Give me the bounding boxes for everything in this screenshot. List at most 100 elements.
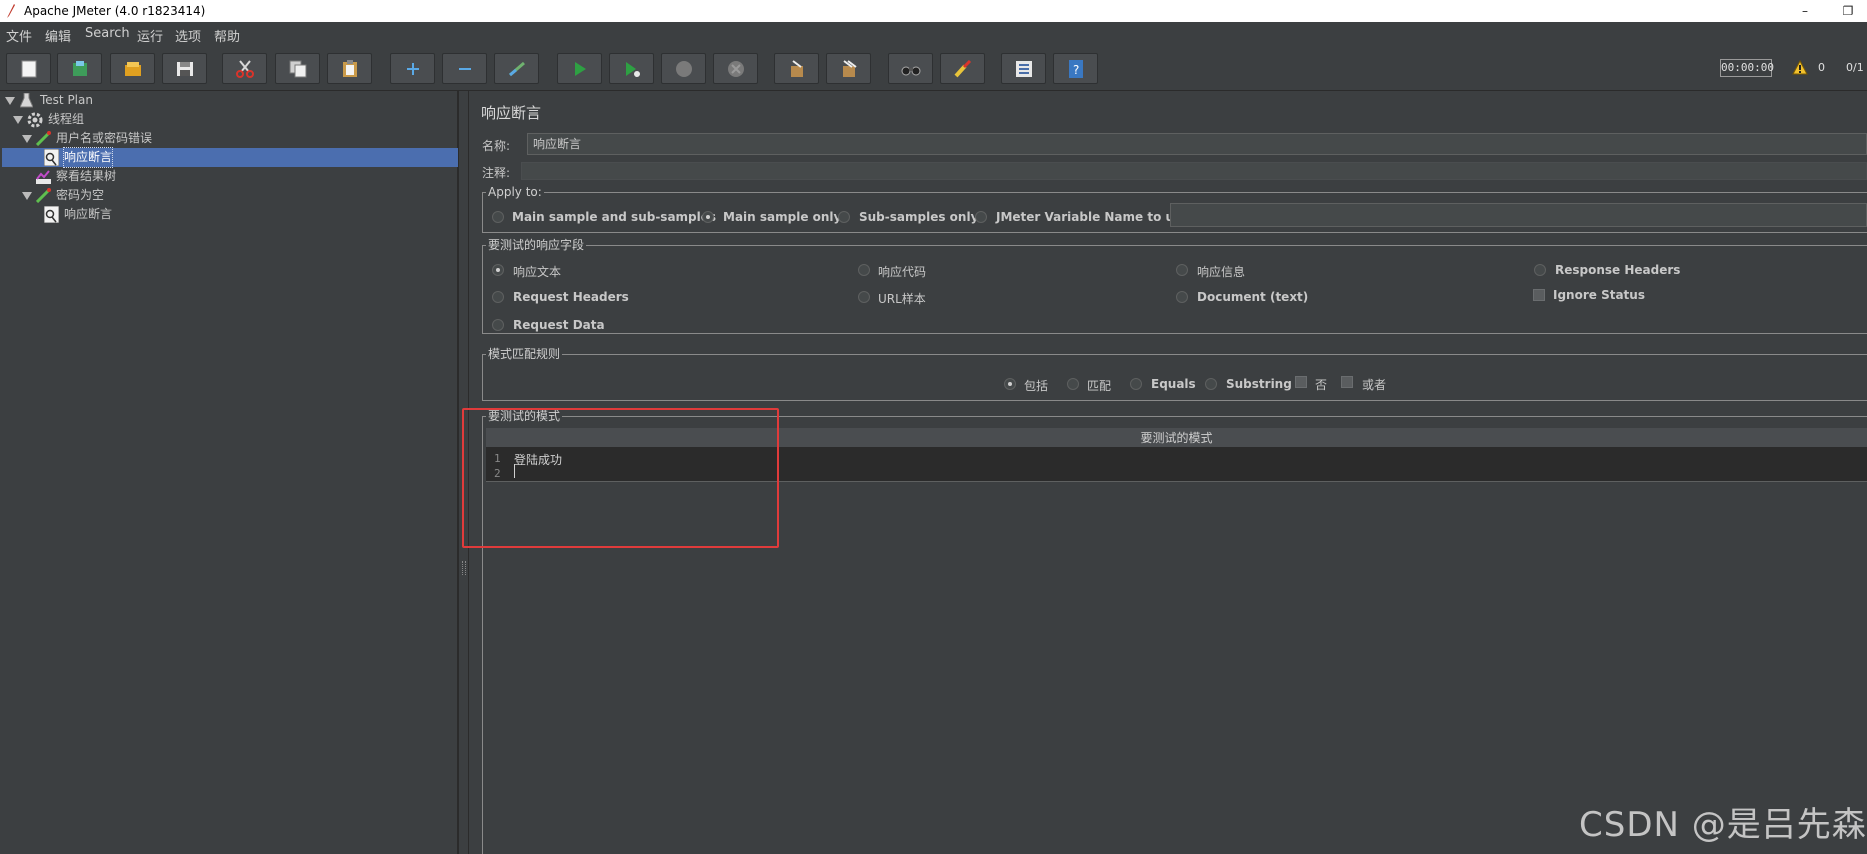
- option-url-sample: URL样本: [878, 292, 926, 306]
- window-title: Apache JMeter (4.0 r1823414): [24, 4, 206, 18]
- expand-toggle-thread-group[interactable]: [13, 116, 23, 124]
- option-main-only: Main sample only: [723, 210, 842, 224]
- search-button[interactable]: [888, 53, 933, 84]
- tree-item-response-assertion-selected[interactable]: 响应断言: [2, 147, 458, 168]
- menu-help[interactable]: 帮助: [214, 26, 240, 45]
- title-bar: Apache JMeter (4.0 r1823414) – ❐: [0, 0, 1867, 22]
- radio-document-text[interactable]: [1176, 291, 1188, 303]
- warning-count: 0: [1818, 61, 1825, 74]
- toggle-button[interactable]: [494, 53, 539, 84]
- start-button[interactable]: [557, 53, 602, 84]
- restore-icon[interactable]: ❐: [1838, 0, 1858, 22]
- watermark: CSDN @是吕先森: [1579, 805, 1867, 845]
- radio-main-and-sub[interactable]: [492, 211, 504, 223]
- function-helper-icon: [1016, 61, 1032, 77]
- jmeter-variable-input[interactable]: [1170, 203, 1867, 227]
- option-or: 或者: [1362, 378, 1387, 392]
- toggle-icon: [509, 61, 525, 77]
- minimize-icon[interactable]: –: [1795, 0, 1815, 22]
- menu-options[interactable]: 选项: [175, 26, 201, 45]
- help-icon: ?: [1069, 60, 1083, 78]
- tree-item-response-assertion-2[interactable]: 响应断言: [44, 205, 244, 224]
- expand-toggle-sampler-2[interactable]: [22, 192, 32, 200]
- shutdown-icon: [728, 61, 744, 77]
- checkbox-ignore-status[interactable]: [1533, 289, 1545, 301]
- tree-item-thread-group[interactable]: 线程组: [27, 110, 227, 129]
- option-request-headers: Request Headers: [513, 290, 629, 304]
- radio-main-only[interactable]: [702, 211, 714, 223]
- menu-run[interactable]: 运行: [137, 26, 163, 45]
- search-icon: [901, 66, 921, 76]
- tree-item-test-plan[interactable]: Test Plan: [20, 91, 220, 110]
- radio-jmeter-variable[interactable]: [975, 211, 987, 223]
- option-response-code: 响应代码: [878, 265, 927, 279]
- expand-all-button[interactable]: [390, 53, 435, 84]
- help-button[interactable]: ?: [1053, 53, 1098, 84]
- expand-toggle-sampler-1[interactable]: [22, 135, 32, 143]
- stop-button[interactable]: [661, 53, 706, 84]
- radio-response-code[interactable]: [858, 264, 870, 276]
- highlight-annotation-box: [462, 408, 779, 548]
- copy-icon: [289, 60, 307, 78]
- reset-search-button[interactable]: [940, 53, 985, 84]
- toolbar: ?: [0, 46, 1867, 91]
- new-button[interactable]: [6, 53, 51, 84]
- radio-response-message[interactable]: [1176, 264, 1188, 276]
- radio-url-sample[interactable]: [858, 291, 870, 303]
- clear-icon: [791, 60, 803, 77]
- name-field[interactable]: 响应断言: [527, 133, 1867, 155]
- paste-icon: [343, 60, 357, 77]
- menu-file[interactable]: 文件: [6, 26, 32, 45]
- save-button[interactable]: [162, 53, 207, 84]
- clear-button[interactable]: [774, 53, 819, 84]
- templates-button[interactable]: [57, 53, 102, 84]
- tree-item-sampler-password-empty[interactable]: 密码为空: [36, 186, 236, 205]
- option-jmeter-variable: JMeter Variable Name to use: [996, 210, 1190, 224]
- page-title: 响应断言: [481, 104, 542, 122]
- splitter-grip[interactable]: [462, 561, 466, 575]
- warning-icon[interactable]: [1792, 60, 1808, 75]
- radio-response-text[interactable]: [492, 264, 504, 276]
- radio-response-headers[interactable]: [1534, 264, 1546, 276]
- menu-edit[interactable]: 编辑: [45, 26, 71, 45]
- menu-search[interactable]: Search: [85, 26, 130, 41]
- field-to-test-title: 要测试的响应字段: [486, 238, 587, 252]
- open-icon: [125, 62, 141, 76]
- radio-substring[interactable]: [1205, 378, 1217, 390]
- radio-matches[interactable]: [1067, 378, 1079, 390]
- option-ignore-status: Ignore Status: [1553, 288, 1645, 302]
- radio-request-headers[interactable]: [492, 291, 504, 303]
- start-no-pause-button[interactable]: [609, 53, 654, 84]
- active-threads: 0/1: [1846, 61, 1864, 74]
- option-document-text: Document (text): [1197, 290, 1309, 304]
- assertion-icon: [44, 206, 59, 223]
- save-icon: [177, 62, 193, 76]
- menu-bar: 文件 编辑 Search 运行 选项 帮助: [0, 22, 1867, 46]
- collapse-all-button[interactable]: [442, 53, 487, 84]
- radio-sub-only[interactable]: [838, 211, 850, 223]
- checkbox-or[interactable]: [1341, 376, 1353, 388]
- radio-request-data[interactable]: [492, 319, 504, 331]
- listener-icon: [36, 170, 51, 184]
- open-button[interactable]: [110, 53, 155, 84]
- comment-label: 注释:: [482, 166, 511, 180]
- radio-contains[interactable]: [1004, 378, 1016, 390]
- function-helper-button[interactable]: [1001, 53, 1046, 84]
- option-not: 否: [1315, 378, 1328, 392]
- collapse-icon: [459, 68, 471, 70]
- tree-item-view-results-tree[interactable]: 察看结果树: [36, 167, 236, 186]
- reset-search-icon: [954, 60, 972, 78]
- tree-item-sampler-username-password-error[interactable]: 用户名或密码错误: [36, 129, 236, 148]
- cut-button[interactable]: [222, 53, 267, 84]
- paste-button[interactable]: [327, 53, 372, 84]
- field-to-test-group: [482, 245, 1867, 334]
- checkbox-not[interactable]: [1295, 376, 1307, 388]
- expand-toggle-test-plan[interactable]: [5, 97, 15, 105]
- clear-all-button[interactable]: [826, 53, 871, 84]
- comment-field[interactable]: [521, 162, 1867, 180]
- expand-icon: [407, 63, 419, 75]
- cut-icon: [236, 60, 254, 78]
- radio-equals[interactable]: [1130, 378, 1142, 390]
- copy-button[interactable]: [275, 53, 320, 84]
- shutdown-button[interactable]: [713, 53, 758, 84]
